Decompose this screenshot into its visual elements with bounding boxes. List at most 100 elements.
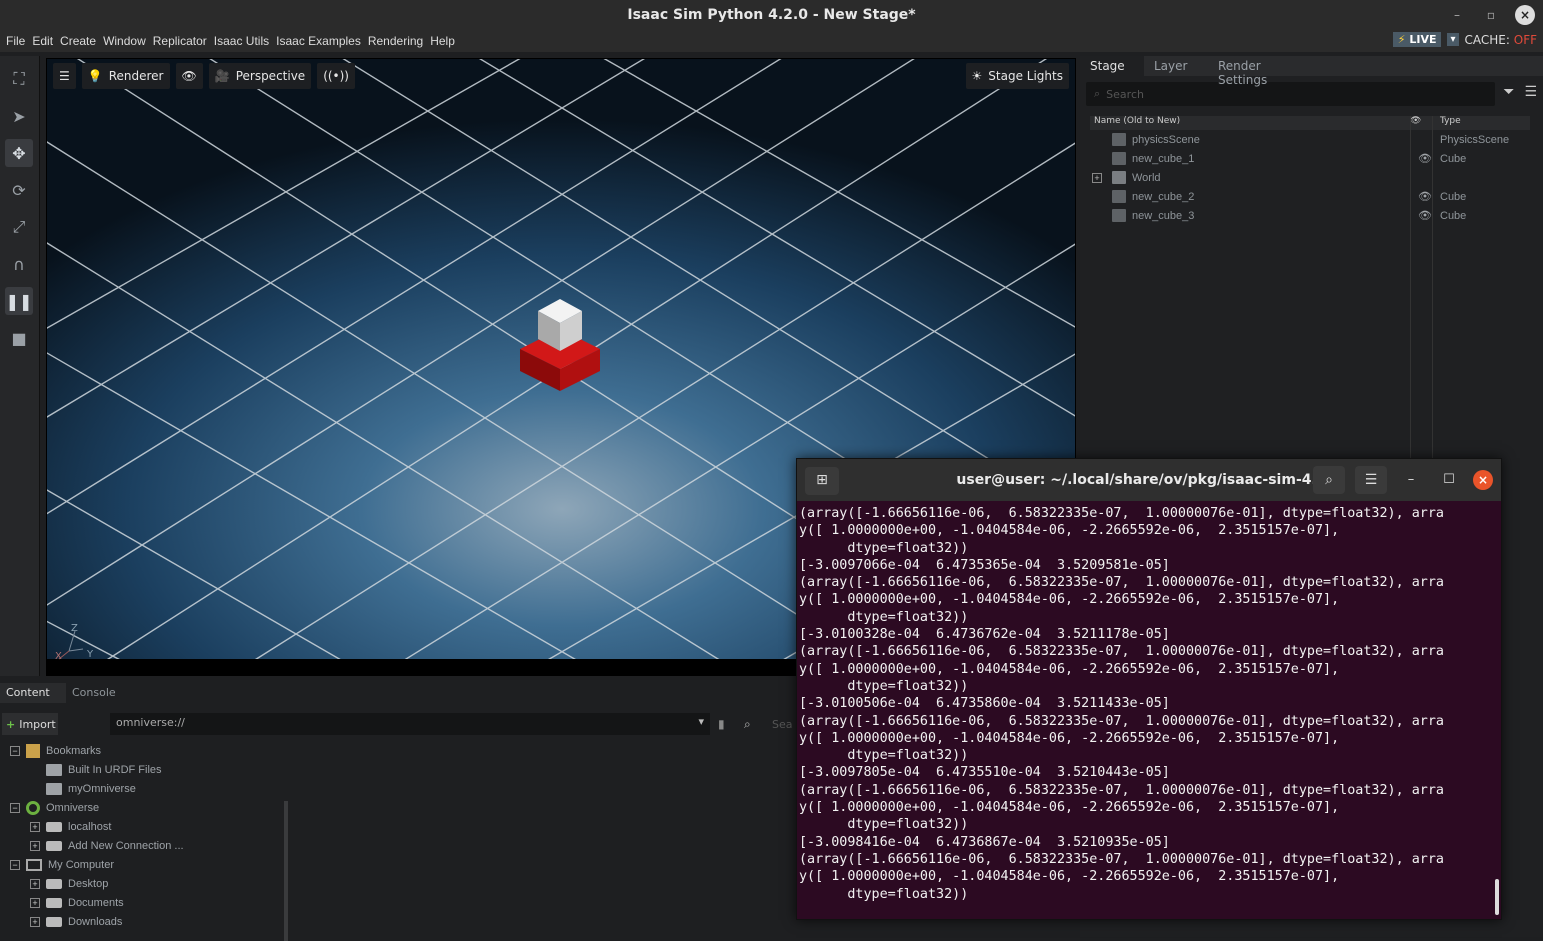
content-search-placeholder[interactable]: Sea: [772, 718, 793, 731]
restore-button[interactable]: ▫: [1481, 5, 1501, 25]
search-icon[interactable]: ⌕: [1313, 466, 1345, 494]
expand-toggle-icon[interactable]: +: [30, 821, 40, 832]
terminal-scrollbar[interactable]: [1495, 879, 1499, 915]
tree-item-downloads[interactable]: + Downloads: [30, 912, 122, 931]
terminal-line: y([ 1.0000000e+00, -1.0404584e-06, -2.26…: [799, 800, 1340, 816]
pause-icon[interactable]: ❚❚: [5, 287, 33, 315]
options-menu-icon[interactable]: ☰: [1524, 84, 1537, 100]
maximize-icon[interactable]: ☐: [1435, 466, 1463, 494]
tree-label: Documents: [68, 896, 124, 909]
cube-icon: [1112, 190, 1126, 203]
expand-toggle-icon[interactable]: +: [30, 840, 40, 851]
tab-layer[interactable]: Layer: [1144, 56, 1208, 76]
cache-label: CACHE:: [1464, 32, 1510, 47]
collapse-toggle-icon[interactable]: −: [10, 745, 20, 756]
menu-isaac-utils[interactable]: Isaac Utils: [214, 34, 269, 48]
stage-column-header: Name (Old to New) 👁 Type: [1090, 116, 1530, 130]
omniverse-icon: [26, 800, 40, 815]
hamburger-menu-icon[interactable]: ☰: [1355, 466, 1387, 494]
collapse-toggle-icon[interactable]: −: [10, 859, 20, 870]
terminal-line: (array([-1.66656116e-06, 6.58322335e-07,…: [799, 506, 1444, 521]
expand-toggle-icon[interactable]: +: [30, 878, 40, 889]
tree-item-add-connection[interactable]: + Add New Connection ...: [30, 836, 184, 855]
live-button[interactable]: ⚡ LIVE: [1392, 32, 1442, 47]
stage-search-input[interactable]: ⌕ Search: [1086, 82, 1495, 106]
tree-item-desktop[interactable]: + Desktop: [30, 874, 108, 893]
path-input[interactable]: omniverse:// ▾: [110, 713, 710, 735]
visibility-toggle-eye-icon[interactable]: 👁: [1410, 152, 1440, 165]
menu-isaac-examples[interactable]: Isaac Examples: [276, 34, 361, 48]
stage-row-new-cube-3[interactable]: new_cube_3 👁 Cube: [1090, 206, 1530, 225]
tree-scrollbar[interactable]: [284, 801, 288, 941]
minimize-icon[interactable]: –: [1397, 466, 1425, 494]
tree-item-localhost[interactable]: + localhost: [30, 817, 111, 836]
bookmark-icon[interactable]: ▮: [718, 717, 725, 731]
minimize-button[interactable]: –: [1447, 5, 1467, 25]
collapse-toggle-icon[interactable]: −: [10, 802, 20, 813]
expand-toggle-icon[interactable]: +: [30, 916, 40, 927]
tree-item-omniverse[interactable]: − Omniverse: [10, 798, 99, 817]
content-panel: Content Console + Import omniverse:// ▾ ▮ …: [0, 683, 800, 941]
eye-icon: 👁: [181, 69, 197, 83]
tree-item-my-computer[interactable]: − My Computer: [10, 855, 114, 874]
menu-file[interactable]: File: [6, 34, 25, 48]
menu-replicator[interactable]: Replicator: [153, 34, 207, 48]
close-icon[interactable]: ×: [1473, 470, 1493, 490]
tree-item-documents[interactable]: + Documents: [30, 893, 124, 912]
stage-row-world[interactable]: + World: [1090, 168, 1530, 187]
tab-render-settings[interactable]: Render Settings: [1208, 56, 1318, 87]
chevron-down-icon[interactable]: ▾: [698, 715, 704, 728]
terminal-line: y([ 1.0000000e+00, -1.0404584e-06, -2.26…: [799, 730, 1340, 746]
stage-row-new-cube-1[interactable]: new_cube_1 👁 Cube: [1090, 149, 1530, 168]
column-visibility-eye-icon[interactable]: 👁: [1410, 116, 1440, 130]
tree-item-myomniverse[interactable]: myOmniverse: [46, 779, 136, 798]
prim-name: new_cube_1: [1132, 152, 1195, 165]
move-icon[interactable]: ✥: [5, 139, 33, 167]
terminal-window[interactable]: ⊞ user@user: ~/.local/share/ov/pkg/isaac…: [796, 458, 1502, 920]
fit-view-icon[interactable]: ⛶: [5, 65, 33, 93]
tab-content[interactable]: Content: [0, 683, 66, 703]
menu-help[interactable]: Help: [430, 34, 455, 48]
renderer-button[interactable]: 💡 Renderer: [81, 63, 170, 89]
select-icon[interactable]: ➤: [5, 102, 33, 130]
stage-row-new-cube-2[interactable]: new_cube_2 👁 Cube: [1090, 187, 1530, 206]
window-titlebar: Isaac Sim Python 4.2.0 - New Stage* – ▫ …: [0, 0, 1543, 30]
menu-window[interactable]: Window: [103, 34, 146, 48]
tab-stage[interactable]: Stage: [1080, 56, 1144, 76]
cache-status[interactable]: CACHE: OFF: [1465, 33, 1537, 47]
rotate-icon[interactable]: ⟳: [5, 176, 33, 204]
close-button[interactable]: ×: [1515, 5, 1535, 25]
expand-toggle-icon[interactable]: +: [30, 897, 40, 908]
terminal-line: (array([-1.66656116e-06, 6.58322335e-07,…: [799, 782, 1444, 798]
menu-right-status: ⚡ LIVE ▾ CACHE: OFF: [1392, 32, 1537, 47]
live-dropdown-icon[interactable]: ▾: [1447, 33, 1459, 46]
visibility-toggle-eye-icon[interactable]: 👁: [1410, 190, 1440, 203]
menu-rendering[interactable]: Rendering: [368, 34, 423, 48]
filter-icon[interactable]: ⏷: [1503, 84, 1514, 100]
import-button[interactable]: + Import: [2, 713, 58, 735]
tree-item-built-in-urdf[interactable]: Built In URDF Files: [46, 760, 162, 779]
terminal-line: y([ 1.0000000e+00, -1.0404584e-06, -2.26…: [799, 869, 1340, 885]
visibility-button[interactable]: 👁: [175, 63, 203, 89]
broadcast-icon: ((•)): [323, 69, 349, 83]
stage-row-physicsscene[interactable]: physicsScene PhysicsScene: [1090, 130, 1530, 149]
snap-icon[interactable]: ∩: [5, 250, 33, 278]
menu-edit[interactable]: Edit: [32, 34, 53, 48]
tab-console[interactable]: Console: [66, 683, 136, 703]
stop-icon[interactable]: ■: [5, 324, 33, 352]
broadcast-button[interactable]: ((•)): [317, 63, 355, 89]
settings-button[interactable]: ☰: [53, 63, 76, 89]
expand-toggle-icon[interactable]: +: [1092, 172, 1102, 183]
menu-create[interactable]: Create: [60, 34, 96, 48]
terminal-line: (array([-1.66656116e-06, 6.58322335e-07,…: [799, 851, 1444, 867]
column-name[interactable]: Name (Old to New): [1090, 116, 1410, 130]
stage-lights-button[interactable]: ☀ Stage Lights: [965, 63, 1069, 89]
search-icon[interactable]: ⌕: [744, 717, 751, 732]
search-icon: ⌕: [1094, 87, 1101, 100]
column-type[interactable]: Type: [1440, 116, 1461, 130]
camera-button[interactable]: 🎥 Perspective: [208, 63, 312, 89]
tree-item-bookmarks[interactable]: − Bookmarks: [10, 741, 101, 760]
scale-icon[interactable]: ⤢: [5, 213, 33, 241]
visibility-toggle-eye-icon[interactable]: 👁: [1410, 209, 1440, 222]
terminal-output[interactable]: (array([-1.66656116e-06, 6.58322335e-07,…: [797, 501, 1501, 919]
